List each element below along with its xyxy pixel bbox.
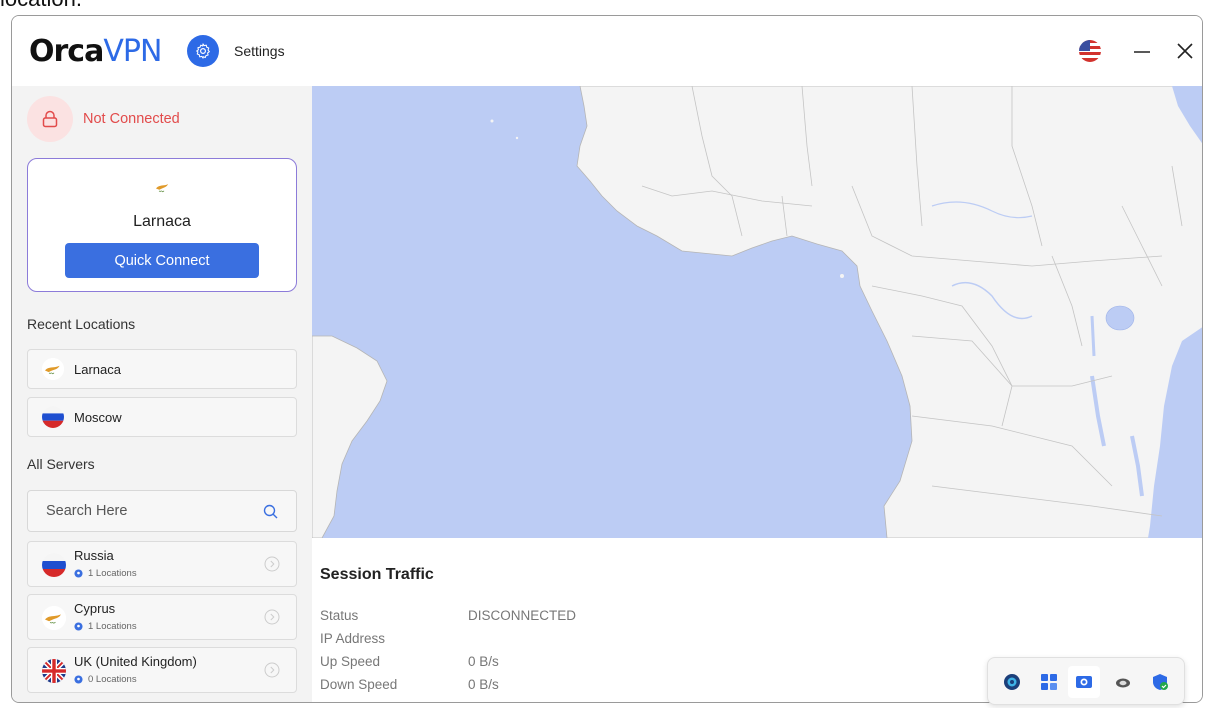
recent-location-item[interactable]: Larnaca [27,349,297,389]
status-text: Not Connected [83,111,180,127]
server-count-text: 0 Locations [88,674,137,685]
recent-locations-title: Recent Locations [27,316,136,332]
close-button[interactable] [1172,38,1198,64]
system-tray-popup [987,657,1185,705]
cyprus-flag-icon [42,358,64,380]
search-box [27,490,297,532]
server-location-count: 1 Locations [74,621,137,632]
cyprus-flag-icon [151,177,173,199]
server-item-russia[interactable]: Russia 1 Locations [27,541,297,587]
down-speed-value: 0 B/s [468,677,499,692]
lock-icon [27,96,73,142]
chevron-right-icon [264,556,280,572]
quick-connect-city: Larnaca [133,213,191,230]
background-caption: location. [0,0,82,12]
app-window: Orca VPN Settings Not Connected Larnaca … [11,15,1203,703]
connection-status: Not Connected [27,96,180,142]
cloud-tray-icon[interactable] [1113,672,1133,692]
settings-button[interactable] [187,35,219,67]
us-flag-icon[interactable] [1079,40,1101,62]
cyprus-flag-icon [42,606,66,630]
server-name: UK (United Kingdom) [74,654,197,669]
logo-orca-text: Orca [29,33,104,69]
down-speed-label: Down Speed [320,677,398,692]
server-item-cyprus[interactable]: Cyprus 1 Locations [27,594,297,640]
server-item-uk[interactable]: UK (United Kingdom) 0 Locations [27,647,297,693]
location-pin-icon [74,675,83,684]
up-speed-label: Up Speed [320,654,381,669]
status-value: DISCONNECTED [468,608,577,623]
up-speed-value: 0 B/s [468,654,499,669]
status-label: Status [320,608,359,623]
chevron-right-icon [264,662,280,678]
title-bar: Orca VPN Settings [12,16,1202,86]
recent-location-item[interactable]: Moscow [27,397,297,437]
location-pin-icon [74,622,83,631]
app-logo: Orca VPN [29,33,162,69]
map-canvas [312,86,1202,538]
chevron-right-icon [264,609,280,625]
widgets-tray-icon[interactable] [1039,672,1059,692]
russia-flag-icon [42,553,66,577]
ip-address-label: IP Address [320,631,386,646]
location-pin-icon [74,569,83,578]
search-icon[interactable] [262,503,280,521]
session-title: Session Traffic [320,566,434,583]
quick-connect-button[interactable]: Quick Connect [65,243,259,278]
minimize-button[interactable] [1129,38,1155,64]
logo-vpn-text: VPN [103,33,162,69]
search-input[interactable] [28,491,258,531]
uk-flag-icon [42,659,66,683]
server-location-count: 0 Locations [74,674,137,685]
quick-connect-card: Larnaca Quick Connect [27,158,297,292]
server-location-count: 1 Locations [74,568,137,579]
settings-label[interactable]: Settings [234,43,285,59]
server-count-text: 1 Locations [88,568,137,579]
server-name: Russia [74,548,114,563]
server-count-text: 1 Locations [88,621,137,632]
world-map[interactable] [312,86,1202,538]
recent-location-name: Moscow [74,409,122,425]
russia-flag-icon [42,406,64,428]
all-servers-title: All Servers [27,456,95,472]
security-tray-icon[interactable] [1150,672,1170,692]
recent-location-name: Larnaca [74,361,121,377]
orca-tray-icon[interactable] [1002,672,1022,692]
server-name: Cyprus [74,601,116,616]
camera-tray-icon[interactable] [1074,672,1094,692]
sidebar: Not Connected Larnaca Quick Connect Rece… [12,86,312,702]
gear-icon [196,43,210,59]
minimize-icon [1134,51,1150,53]
close-icon [1177,43,1193,59]
